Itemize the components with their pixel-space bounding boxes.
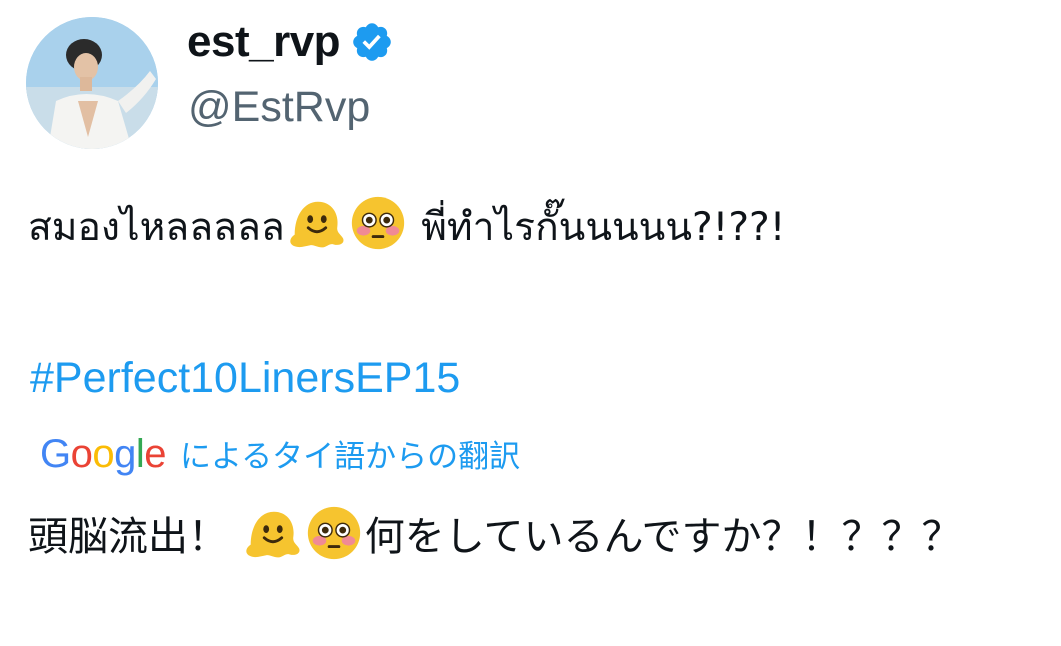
tweet-text: สมองไหลลลลล พี่ทำไรกั๊นนนนน?!??!: [28, 192, 785, 263]
translated-text-part1: 頭脳流出！: [28, 514, 241, 560]
flushed-face-emoji: [351, 196, 404, 250]
hashtag-link[interactable]: #Perfect10LinersEP15: [30, 348, 460, 408]
google-logo: Google: [40, 432, 167, 476]
avatar-photo: [26, 17, 158, 149]
melting-face-emoji: [290, 201, 344, 248]
author-name-row: est_rvp: [187, 14, 394, 70]
verified-badge-icon: [353, 23, 391, 61]
tweet-text-part1: สมองไหลลลลล: [28, 205, 285, 250]
avatar[interactable]: [26, 17, 158, 149]
author-handle[interactable]: @EstRvp: [188, 80, 370, 134]
melting-face-emoji: [246, 511, 300, 558]
translated-text: 頭脳流出！ 何をしているんですか？！？？？: [28, 502, 1028, 572]
author-display-name[interactable]: est_rvp: [187, 14, 341, 70]
translated-text-part2: 何をしているんですか？！？？？: [364, 514, 962, 560]
flushed-face-emoji: [307, 506, 360, 560]
tweet-text-part2: พี่ทำไรกั๊นนนนน?!??!: [408, 205, 786, 250]
translation-label: によるタイ語からの翻訳: [180, 439, 521, 475]
translation-attribution[interactable]: Google によるタイ語からの翻訳: [40, 428, 520, 483]
